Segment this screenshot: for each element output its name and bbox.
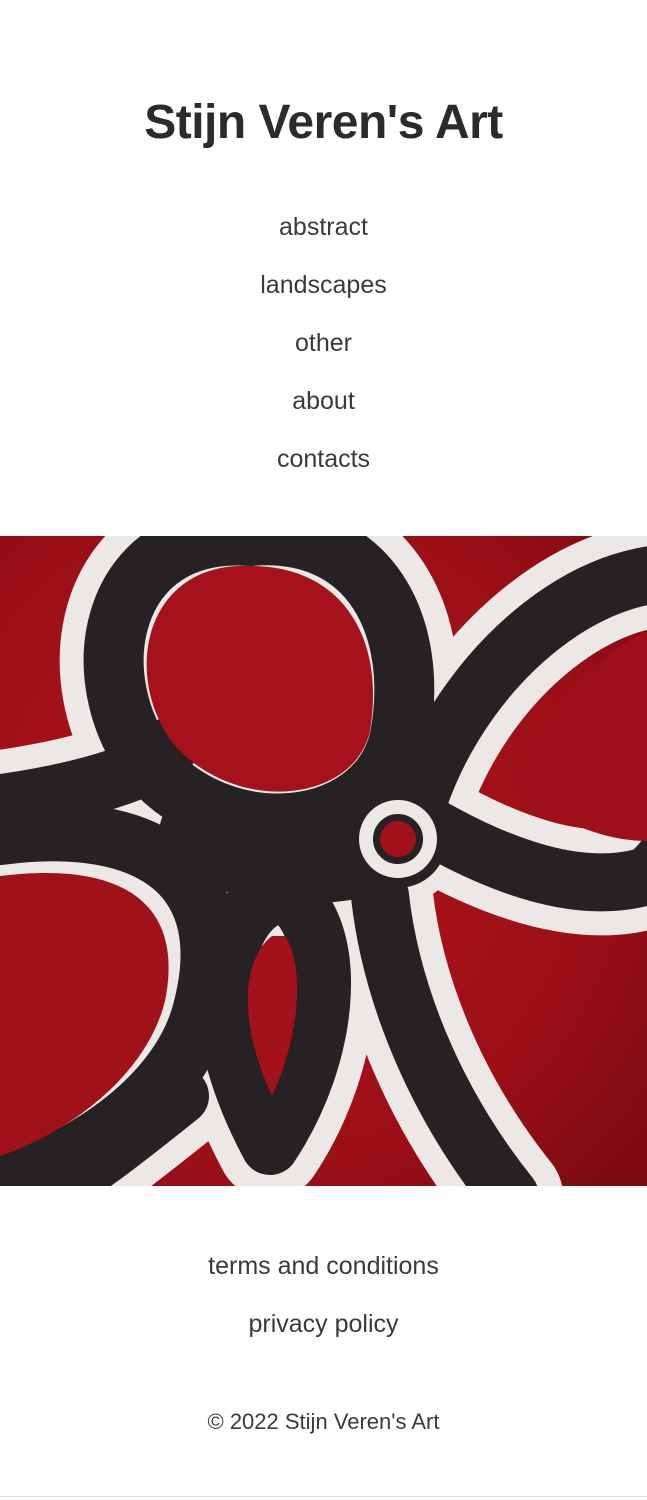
nav-item-abstract: abstract <box>0 204 647 262</box>
footer-item-terms: terms and conditions <box>0 1244 647 1302</box>
nav-link-about[interactable]: about <box>292 378 355 424</box>
privacy-policy-link[interactable]: privacy policy <box>248 1302 398 1346</box>
painting-eye-center <box>380 821 416 857</box>
nav-link-other[interactable]: other <box>295 320 352 366</box>
nav-item-about: about <box>0 378 647 436</box>
nav-item-landscapes: landscapes <box>0 262 647 320</box>
nav-link-landscapes[interactable]: landscapes <box>260 262 386 308</box>
nav-link-contacts[interactable]: contacts <box>277 436 370 482</box>
site-title[interactable]: Stijn Veren's Art <box>0 90 647 156</box>
terms-and-conditions-link[interactable]: terms and conditions <box>208 1244 439 1288</box>
nav-item-contacts: contacts <box>0 436 647 494</box>
bottom-divider <box>0 1496 647 1497</box>
main-nav-list: abstract landscapes other about contacts <box>0 204 647 494</box>
footer-links-list: terms and conditions privacy policy <box>0 1244 647 1360</box>
footer-item-privacy: privacy policy <box>0 1302 647 1360</box>
nav-item-other: other <box>0 320 647 378</box>
nav-link-abstract[interactable]: abstract <box>279 204 368 250</box>
abstract-painting <box>0 536 647 1186</box>
hero-artwork-image <box>0 536 647 1186</box>
copyright-text: © 2022 Stijn Veren's Art <box>207 1409 440 1434</box>
